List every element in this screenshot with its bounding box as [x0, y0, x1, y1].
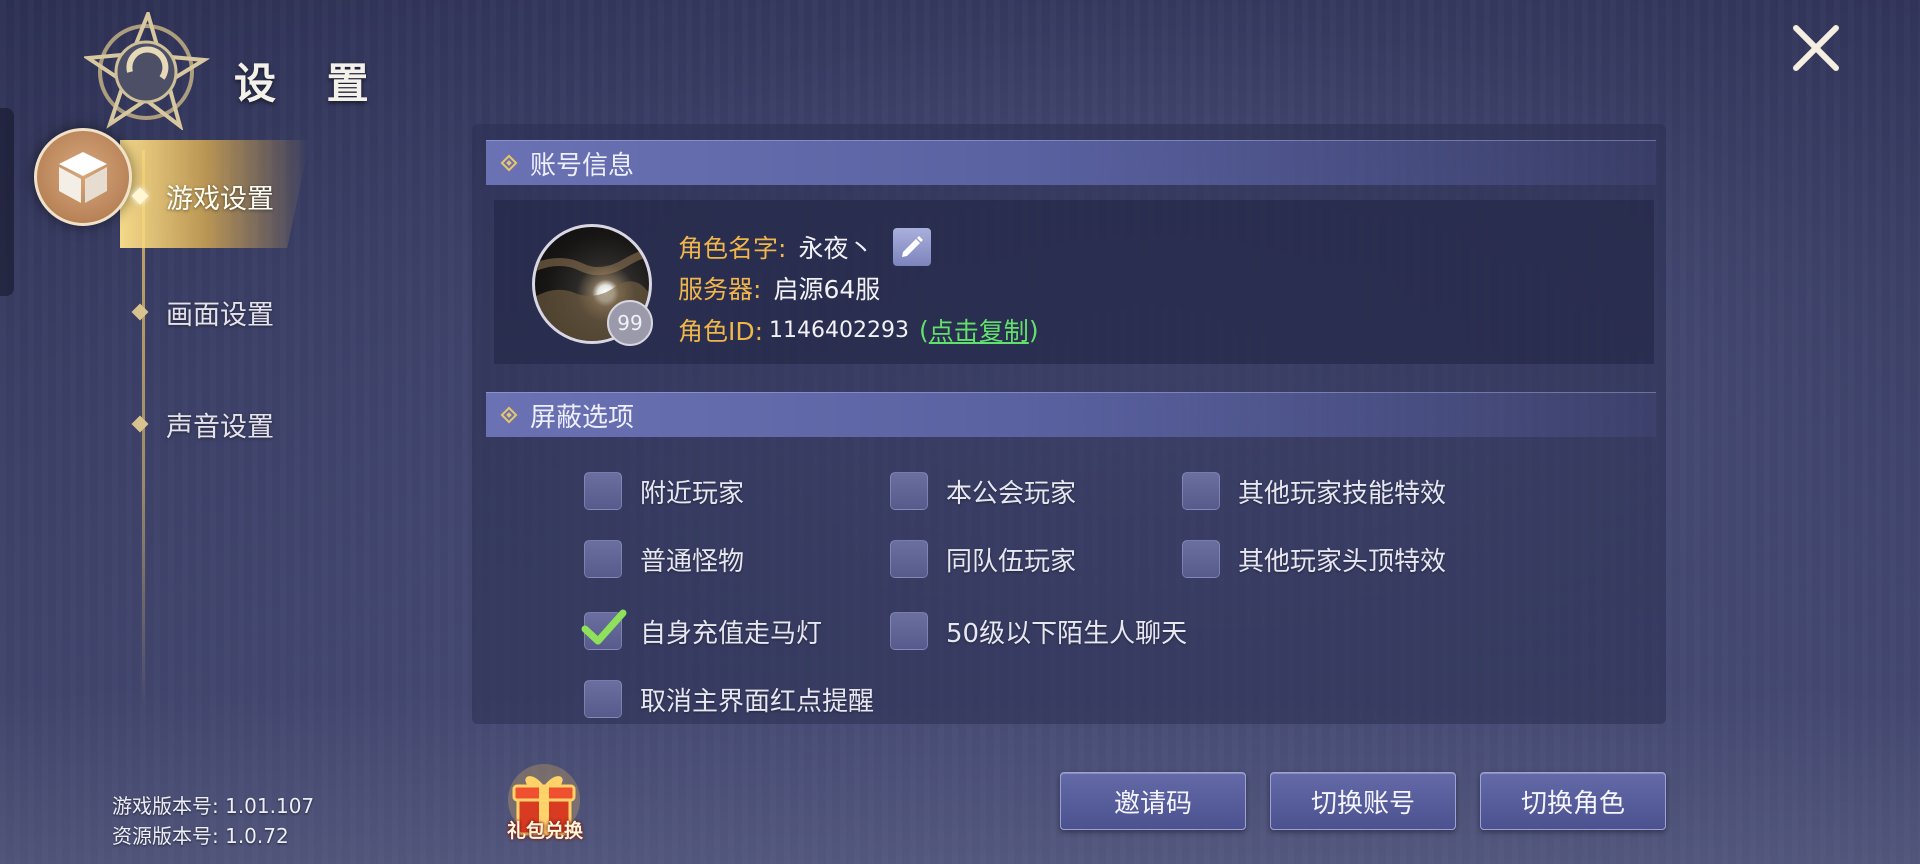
checkbox-label: 普通怪物 — [640, 546, 745, 577]
checkbox-box — [1182, 472, 1220, 510]
checkbox-label: 附近玩家 — [640, 478, 745, 509]
diamond-bullet-icon — [500, 406, 518, 424]
role-name-row: 角色名字: 永夜丶 — [678, 228, 932, 266]
page-title: 设 置 — [234, 59, 387, 108]
nav-label: 画面设置 — [166, 299, 274, 331]
role-id-row: 角色ID: 1146402293 ( 点击复制 ) — [678, 312, 1039, 348]
close-icon[interactable] — [1788, 20, 1844, 76]
copy-paren-close: ) — [1028, 315, 1039, 345]
copy-paren-open: ( — [919, 315, 929, 345]
checkbox-recharge-marquee[interactable]: 自身充值走马灯 — [581, 609, 823, 650]
checkbox-box — [890, 472, 928, 510]
checkbox-stranger-chat[interactable]: 50级以下陌生人聊天 — [890, 612, 1187, 650]
checkbox-label: 其他玩家头顶特效 — [1238, 546, 1447, 577]
nav-item-game-settings[interactable]: 游戏设置 — [131, 176, 274, 216]
account-info-box — [494, 200, 1654, 364]
section-title: 账号信息 — [530, 150, 635, 181]
diamond-bullet-icon — [500, 154, 518, 172]
nav-label: 游戏设置 — [166, 183, 274, 215]
checkbox-box — [890, 540, 928, 578]
cube-icon — [34, 128, 132, 226]
checkbox-label: 自身充值走马灯 — [640, 618, 823, 649]
checkbox-label: 本公会玩家 — [946, 478, 1077, 509]
server-value: 启源64服 — [773, 275, 881, 304]
role-name-key: 角色名字: — [678, 234, 787, 263]
checkbox-other-skill-effects[interactable]: 其他玩家技能特效 — [1182, 472, 1446, 510]
nav-item-sound-settings[interactable]: 声音设置 — [131, 404, 274, 444]
nav-label: 声音设置 — [166, 411, 274, 443]
switch-role-button[interactable]: 切换角色 — [1480, 772, 1666, 830]
checkbox-box — [581, 609, 627, 650]
switch-account-button[interactable]: 切换账号 — [1270, 772, 1456, 830]
copy-id-link[interactable]: 点击复制 — [929, 312, 1029, 348]
checkbox-box — [584, 472, 622, 510]
edit-name-button[interactable] — [893, 228, 932, 266]
checkbox-other-head-effects[interactable]: 其他玩家头顶特效 — [1182, 540, 1446, 578]
diamond-marker-icon — [131, 187, 149, 205]
nav-item-display-settings[interactable]: 画面设置 — [131, 292, 274, 332]
role-id-value: 1146402293 — [769, 317, 910, 343]
checkbox-label: 50级以下陌生人聊天 — [946, 618, 1188, 649]
pencil-icon — [902, 236, 924, 257]
section-header-account: 账号信息 — [486, 140, 1656, 185]
level-badge: 99 — [607, 300, 653, 346]
checkbox-box — [584, 680, 622, 718]
gift-redeem-label[interactable]: 礼包兑换 — [500, 816, 590, 843]
game-version: 游戏版本号: 1.01.107 — [112, 794, 315, 818]
compass-star-emblem-icon — [84, 12, 211, 130]
checkbox-label: 取消主界面红点提醒 — [640, 686, 875, 717]
edge-handle[interactable] — [0, 108, 14, 296]
role-name-value: 永夜丶 — [798, 234, 874, 263]
checkbox-guild-players[interactable]: 本公会玩家 — [890, 472, 1076, 510]
section-header-block: 屏蔽选项 — [486, 392, 1656, 437]
checkbox-box — [1182, 540, 1220, 578]
section-title: 屏蔽选项 — [530, 402, 635, 433]
checkbox-cancel-red-dot[interactable]: 取消主界面红点提醒 — [584, 680, 874, 718]
checkbox-label: 其他玩家技能特效 — [1238, 478, 1447, 509]
checkbox-label: 同队伍玩家 — [946, 546, 1077, 577]
diamond-marker-icon — [131, 415, 149, 433]
checkbox-box — [584, 540, 622, 578]
diamond-marker-icon — [131, 303, 149, 321]
invite-code-button[interactable]: 邀请码 — [1060, 772, 1246, 830]
checkbox-box — [890, 612, 928, 650]
role-id-key: 角色ID: — [678, 317, 764, 346]
copy-link-text: 点击复制 — [928, 317, 1029, 346]
server-row: 服务器: 启源64服 — [678, 270, 880, 306]
server-key: 服务器: — [678, 275, 762, 304]
resource-version: 资源版本号: 1.0.72 — [112, 824, 289, 848]
checkmark-icon — [581, 609, 627, 645]
checkbox-normal-monsters[interactable]: 普通怪物 — [584, 540, 744, 578]
checkbox-team-players[interactable]: 同队伍玩家 — [890, 540, 1076, 578]
checkbox-nearby-players[interactable]: 附近玩家 — [584, 472, 744, 510]
